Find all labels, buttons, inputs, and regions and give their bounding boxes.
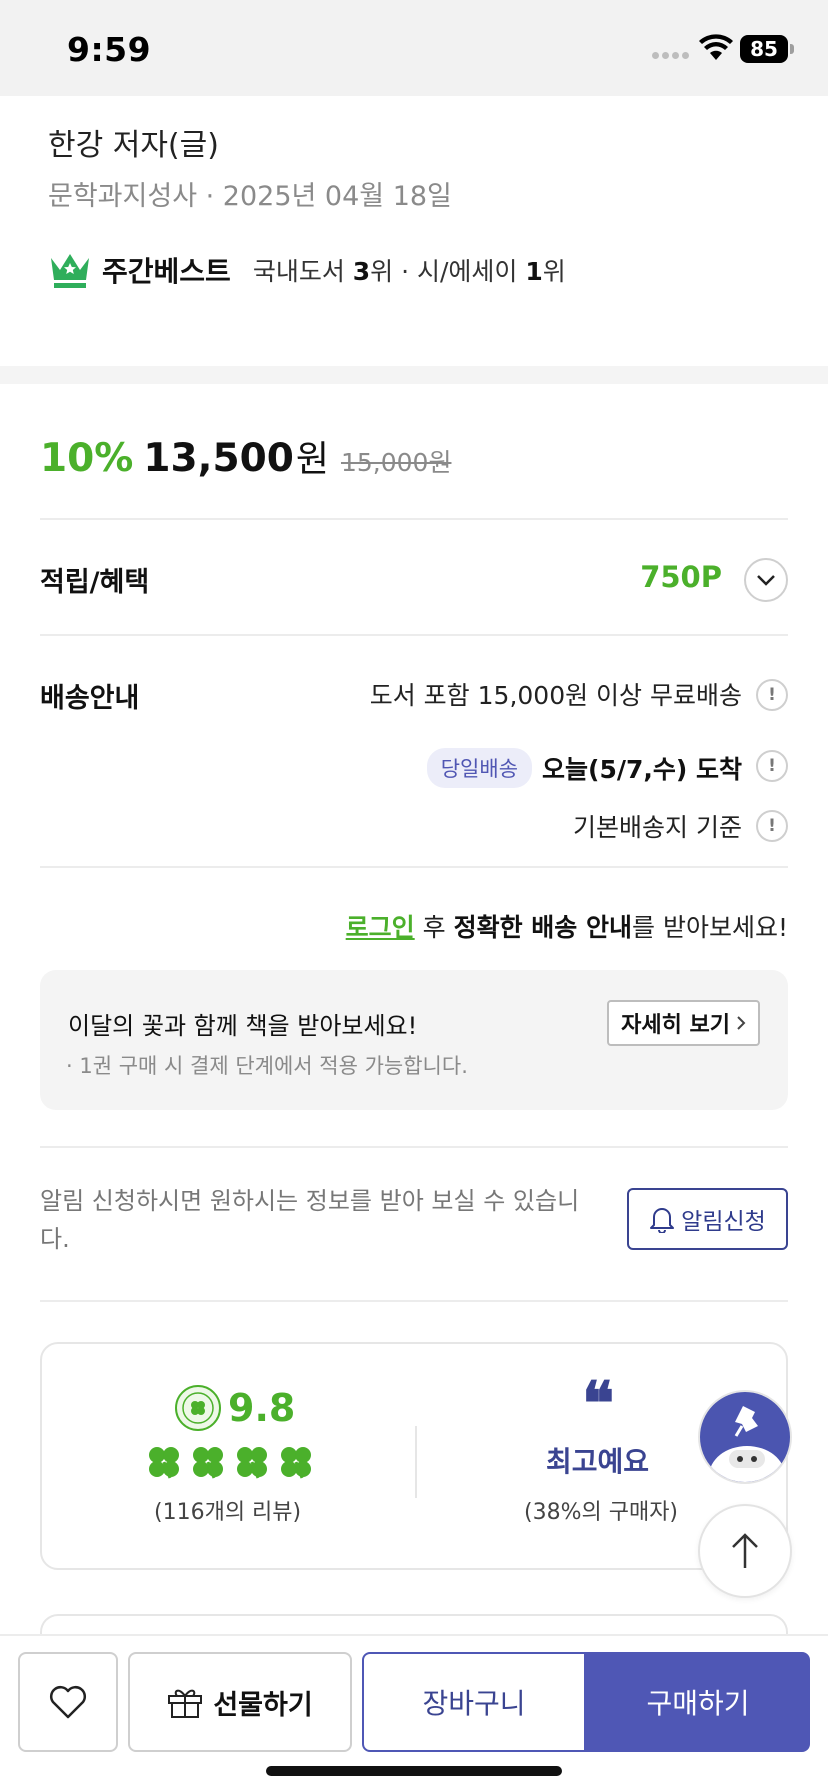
top-review-label: 최고예요 xyxy=(546,1445,650,1478)
delivery-basis-info-icon[interactable]: ! xyxy=(756,810,788,842)
review-summary-card[interactable]: 9.8 (116개의 리뷰) ❝ 최고예요 (38%의 구매자) xyxy=(40,1342,788,1570)
login-link[interactable]: 로그인 xyxy=(346,913,415,942)
mascot-floating-button[interactable] xyxy=(698,1390,792,1484)
clover-icon xyxy=(281,1447,311,1479)
delivery-basis: 기본배송지 기준 xyxy=(573,813,742,842)
promo-subtitle: · 1권 구매 시 결제 단계에서 적용 가능합니다. xyxy=(66,1054,468,1078)
book-publisher-date: 문학과지성사 · 2025년 04월 18일 xyxy=(48,181,452,212)
divider xyxy=(40,1146,788,1148)
sale-price: 13,500 xyxy=(143,436,294,481)
points-label: 적립/혜택 xyxy=(40,567,150,598)
review-count: (116개의 리뷰) xyxy=(154,1500,302,1525)
promo-details-button[interactable]: 자세히 보기 xyxy=(607,1000,760,1046)
status-time: 9:59 xyxy=(67,30,152,69)
rank-domestic-prefix: 국내도서 xyxy=(252,257,353,286)
rank-domestic-value: 3 xyxy=(352,257,371,286)
chevron-down-icon xyxy=(757,575,775,586)
bell-icon xyxy=(650,1208,675,1233)
promo-details-label: 자세히 보기 xyxy=(621,1013,730,1038)
arrow-up-icon xyxy=(732,1533,758,1568)
currency-unit: 원 xyxy=(295,439,329,480)
original-price: 15,000원 xyxy=(340,448,452,477)
wifi-icon xyxy=(699,34,733,60)
section-separator xyxy=(0,366,828,384)
status-bar: 9:59 85 xyxy=(0,0,828,96)
crown-icon xyxy=(51,254,89,288)
same-day-badge: 당일배송 xyxy=(426,748,533,788)
gift-label: 선물하기 xyxy=(213,1689,313,1721)
alert-signup-button[interactable]: 알림신청 xyxy=(627,1188,788,1250)
clover-icon xyxy=(149,1447,179,1479)
bestseller-label: 주간베스트 xyxy=(102,255,231,288)
bestseller-rank[interactable]: 주간베스트 국내도서 3위 · 시/에세이 1위 xyxy=(48,250,566,290)
clover-icon xyxy=(193,1447,223,1479)
book-author[interactable]: 한강 저자(글) xyxy=(48,120,219,164)
divider xyxy=(40,518,788,520)
cellular-signal-icon xyxy=(652,52,689,59)
home-indicator xyxy=(266,1766,562,1776)
rank-poetry-suffix: 위 xyxy=(542,257,566,286)
cart-button[interactable]: 장바구니 xyxy=(362,1652,586,1752)
bestseller-rank-text: 국내도서 3위 · 시/에세이 1위 xyxy=(253,252,566,288)
free-shipping-info-icon[interactable]: ! xyxy=(756,679,788,711)
buy-button[interactable]: 구매하기 xyxy=(586,1652,810,1752)
rank-poetry-value: 1 xyxy=(525,257,543,286)
rank-domestic-suffix: 위 · 시/에세이 xyxy=(370,257,526,286)
discount-rate: 10% xyxy=(40,436,134,481)
wishlist-button[interactable] xyxy=(18,1652,118,1752)
delivery-label: 배송안내 xyxy=(40,683,140,714)
chevron-right-icon xyxy=(737,1016,746,1030)
scroll-top-button[interactable] xyxy=(698,1504,792,1598)
divider xyxy=(40,866,788,868)
login-notice-bold: 정확한 배송 안내 xyxy=(453,913,633,942)
review-score: 9.8 xyxy=(174,1384,295,1432)
arrival-date: 오늘(5/7,수) 도착 xyxy=(542,755,742,784)
login-notice-middle: 후 xyxy=(414,913,454,942)
review-score-value: 9.8 xyxy=(228,1386,296,1430)
battery-level: 85 xyxy=(740,35,788,63)
card-divider xyxy=(415,1426,417,1498)
heart-icon xyxy=(50,1686,86,1719)
arrival-info-icon[interactable]: ! xyxy=(756,750,788,782)
price-row: 10% 13,500 원 15,000원 xyxy=(40,430,451,482)
gift-button[interactable]: 선물하기 xyxy=(128,1652,352,1752)
login-notice-suffix: 를 받아보세요! xyxy=(632,913,788,942)
divider xyxy=(40,634,788,636)
quote-icon: ❝ xyxy=(582,1369,615,1439)
arrival-info: 당일배송 오늘(5/7,수) 도착 xyxy=(426,748,742,788)
battery-icon xyxy=(790,44,794,54)
free-shipping-info: 도서 포함 15,000원 이상 무료배송 xyxy=(369,681,742,710)
buyer-percentage: (38%의 구매자) xyxy=(524,1500,679,1525)
mascot-pin-icon xyxy=(709,1406,785,1482)
clover-icon xyxy=(237,1447,267,1479)
points-value: 750P xyxy=(640,560,722,594)
feel-lucky-badge-icon xyxy=(175,1385,221,1431)
gift-icon xyxy=(168,1689,203,1718)
alert-signup-label: 알림신청 xyxy=(681,1209,766,1235)
points-expand-button[interactable] xyxy=(744,558,788,602)
flower-promo-box: 이달의 꽃과 함께 책을 받아보세요! · 1권 구매 시 결제 단계에서 적용… xyxy=(40,970,788,1110)
login-notice: 로그인 후 정확한 배송 안내를 받아보세요! xyxy=(346,908,788,944)
divider xyxy=(40,1300,788,1302)
promo-title: 이달의 꽃과 함께 책을 받아보세요! xyxy=(68,1012,418,1040)
clover-rating xyxy=(146,1444,314,1480)
alert-description: 알림 신청하시면 원하시는 정보를 받아 보실 수 있습니다. xyxy=(40,1187,580,1253)
